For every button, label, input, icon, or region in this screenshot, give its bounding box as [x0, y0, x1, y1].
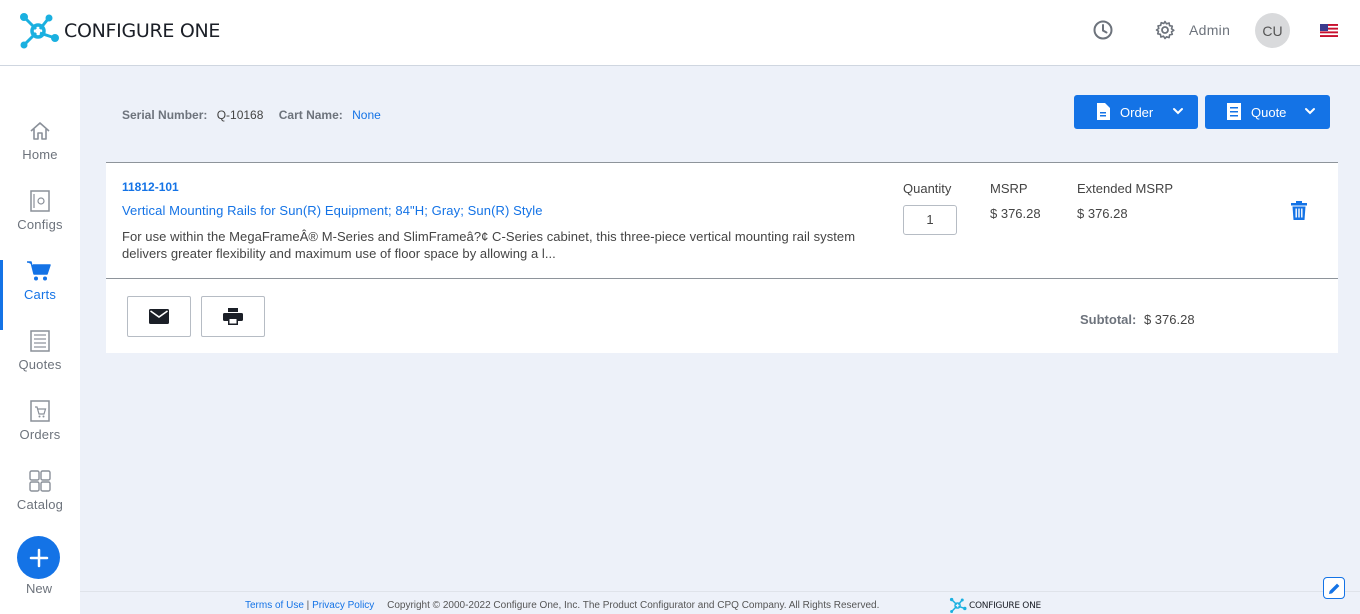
msrp-value: $ 376.28	[990, 206, 1041, 221]
cart-icon	[27, 261, 51, 281]
terms-link[interactable]: Terms of Use	[245, 600, 304, 611]
logo-icon	[20, 13, 59, 49]
home-icon	[30, 122, 50, 140]
copyright-text: Copyright © 2000-2022 Configure One, Inc…	[387, 600, 880, 611]
pencil-icon	[1328, 583, 1339, 594]
top-header: CONFIGURE ONE Admin CU	[0, 0, 1360, 66]
settings-gear-icon[interactable]	[1154, 19, 1176, 41]
serial-label: Serial Number:	[122, 108, 208, 122]
order-button-label: Order	[1120, 105, 1154, 120]
orders-icon	[30, 400, 50, 422]
sidebar-item-label: Configs	[17, 217, 63, 232]
sidebar-item-carts[interactable]: Carts	[0, 260, 80, 330]
sidebar-item-label: Catalog	[16, 497, 64, 512]
avatar[interactable]: CU	[1255, 13, 1290, 48]
quote-list-icon	[1227, 103, 1241, 120]
us-flag-icon[interactable]	[1320, 24, 1338, 37]
new-label: New	[25, 581, 52, 596]
chevron-down-icon	[1173, 108, 1183, 115]
privacy-link[interactable]: Privacy Policy	[312, 600, 374, 611]
configs-icon	[30, 190, 50, 212]
envelope-icon	[149, 309, 169, 324]
msrp-header: MSRP	[990, 181, 1028, 196]
footer-text: Terms of Use | Privacy Policy Copyright …	[245, 600, 879, 611]
cart-meta: Serial Number: Q-10168 Cart Name: None	[122, 108, 381, 122]
sidebar-item-label: Home	[22, 147, 58, 162]
new-button[interactable]	[17, 536, 60, 579]
chevron-down-icon	[1305, 108, 1315, 115]
email-button[interactable]	[127, 296, 191, 337]
quote-button[interactable]: Quote	[1205, 95, 1330, 129]
item-title-link[interactable]: Vertical Mounting Rails for Sun(R) Equip…	[122, 203, 543, 218]
sidebar-item-label: Carts	[23, 287, 57, 302]
item-description: For use within the MegaFrameÂ® M-Series …	[122, 229, 856, 261]
edit-button[interactable]	[1323, 577, 1345, 599]
cart-name-value[interactable]: None	[352, 108, 381, 122]
printer-icon	[223, 308, 243, 325]
trash-icon	[1291, 201, 1307, 220]
subtotal: Subtotal: $ 376.28	[1080, 312, 1195, 327]
footer-separator: |	[303, 600, 313, 611]
item-sku[interactable]: 11812-101	[122, 180, 179, 194]
order-button[interactable]: Order	[1074, 95, 1198, 129]
sidebar-item-configs[interactable]: Configs	[0, 190, 80, 260]
plus-icon	[29, 548, 48, 567]
logo-icon	[949, 597, 967, 613]
quotes-icon	[30, 330, 50, 352]
brand-logo[interactable]: CONFIGURE ONE	[18, 10, 220, 52]
sidebar-item-catalog[interactable]: Catalog	[0, 470, 80, 540]
row-divider	[106, 278, 1338, 279]
sidebar-item-quotes[interactable]: Quotes	[0, 330, 80, 400]
cart-name-label: Cart Name:	[278, 108, 343, 122]
sidebar-item-label: Orders	[19, 427, 61, 442]
sidebar: Home Configs Carts Quotes Orders Catalog…	[0, 66, 80, 614]
user-name[interactable]: Admin	[1189, 22, 1230, 38]
subtotal-label: Subtotal:	[1080, 312, 1137, 327]
ext-msrp-value: $ 376.28	[1077, 206, 1128, 221]
document-icon	[1097, 103, 1110, 120]
quantity-header: Quantity	[903, 181, 952, 196]
quantity-input[interactable]: 1	[903, 205, 957, 235]
sidebar-item-orders[interactable]: Orders	[0, 400, 80, 470]
subtotal-value: $ 376.28	[1143, 312, 1195, 327]
history-icon[interactable]	[1092, 19, 1114, 41]
footer-logo: CONFIGURE ONE	[949, 597, 1041, 614]
print-button[interactable]	[201, 296, 265, 337]
delete-item-button[interactable]	[1291, 201, 1307, 225]
quote-button-label: Quote	[1251, 105, 1287, 120]
ext-msrp-header: Extended MSRP	[1077, 181, 1174, 196]
catalog-icon	[29, 470, 51, 492]
sidebar-item-home[interactable]: Home	[0, 120, 80, 190]
cart-panel: 11812-101 Vertical Mounting Rails for Su…	[106, 162, 1338, 353]
serial-value: Q-10168	[216, 108, 264, 122]
footer: Terms of Use | Privacy Policy Copyright …	[80, 591, 1360, 614]
footer-brand: CONFIGURE ONE	[969, 600, 1041, 611]
sidebar-item-label: Quotes	[18, 357, 62, 372]
brand-name: CONFIGURE ONE	[64, 20, 221, 42]
